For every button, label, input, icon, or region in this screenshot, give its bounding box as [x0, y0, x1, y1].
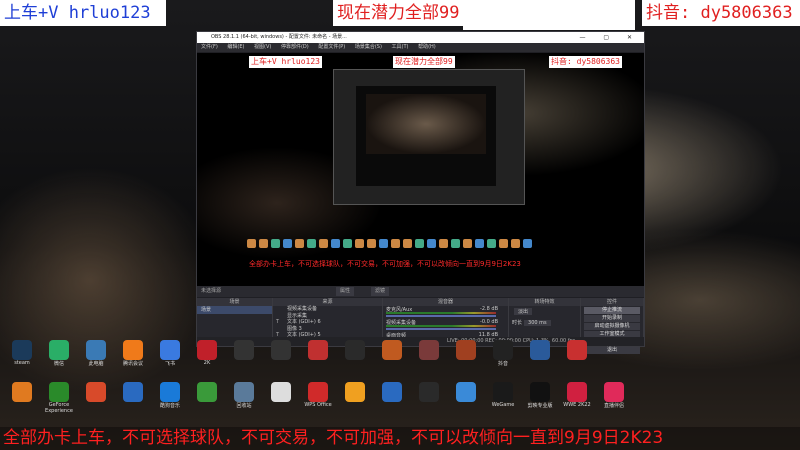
mixer-channel[interactable]: 麦克风/Aux -2.8 dB [383, 306, 508, 319]
app-icon [160, 382, 180, 402]
app-icon [49, 340, 69, 360]
properties-button[interactable]: 属性 [335, 287, 354, 296]
app-icon [271, 340, 291, 360]
mixer-channel[interactable]: 视频采集设备 -0.0 dB [383, 319, 508, 332]
nested-obs-window [333, 69, 525, 205]
app-icon [12, 340, 32, 360]
desktop-icon-label: 回收站 [236, 403, 252, 409]
app-icon [123, 340, 143, 360]
app-icon [530, 382, 550, 402]
virtual-camera-button[interactable]: 启动虚拟摄像机 [584, 323, 640, 330]
obs-menu-bar: 文件(F) 编辑(E) 视图(V) 停靠部件(D) 配置文件(P) 场景集合(S… [197, 43, 644, 52]
sources-header: 来源 [273, 298, 382, 306]
transitions-header: 转场特效 [509, 298, 580, 306]
app-icon [160, 340, 180, 360]
app-icon [271, 382, 291, 402]
menu-edit[interactable]: 编辑(E) [227, 44, 244, 50]
app-icon [382, 340, 402, 360]
desktop-icon-label: WPS Office [304, 402, 332, 408]
transition-duration[interactable]: 时长 300 ms [509, 317, 580, 328]
app-icon [567, 340, 587, 360]
nested-banner-right: 抖音: dy5806363 [549, 56, 622, 68]
desktop-icon[interactable]: 直播伴侣 [592, 382, 636, 409]
banner-right: 抖音: dy5806363 [642, 0, 800, 26]
app-icon [86, 382, 106, 402]
source-toolbar: 未选择源 属性 滤镜 [197, 286, 644, 297]
nested-banner-left: 上车+V hrluo123 [249, 56, 322, 68]
menu-tools[interactable]: 工具(T) [392, 44, 409, 50]
app-icon [234, 340, 254, 360]
banner-blank [463, 0, 635, 30]
menu-file[interactable]: 文件(F) [201, 44, 218, 50]
app-icon [308, 382, 328, 402]
app-icon [567, 382, 587, 402]
app-icon [456, 382, 476, 402]
nested-preview [356, 86, 496, 186]
desktop-icon-label: 2K [203, 360, 211, 366]
app-icon [234, 382, 254, 402]
obs-window: OBS 28.1.1 (64-bit, windows) - 配置文件: 未命名… [196, 31, 645, 354]
app-icon [308, 340, 328, 360]
app-icon [197, 382, 217, 402]
app-icon [419, 382, 439, 402]
scenes-header: 场景 [197, 298, 272, 306]
app-icon [493, 382, 513, 402]
window-controls[interactable]: — ▢ ✕ [579, 32, 640, 43]
menu-scene-collection[interactable]: 场景集合(S) [355, 44, 382, 50]
desktop-icon-label: 酷狗音乐 [159, 403, 180, 409]
bottom-caption: 全部办卡上车，不可选择球队，不可交易，不可加强，不可以改倾向一直到9月9日2K2… [0, 427, 800, 450]
desktop-icon[interactable] [555, 340, 599, 360]
app-icon [604, 382, 624, 402]
menu-view[interactable]: 视图(V) [254, 44, 271, 50]
filters-button[interactable]: 滤镜 [370, 287, 389, 296]
app-icon [456, 340, 476, 360]
stop-streaming-button[interactable]: 停止推流 [584, 307, 640, 314]
app-icon [86, 340, 106, 360]
nested-desktop-icons [247, 239, 597, 251]
no-source-label: 未选择源 [201, 288, 222, 294]
app-icon [197, 340, 217, 360]
desktop-icon-label: GeForce Experience [45, 402, 73, 414]
desktop-icon-label: 抖音 [497, 361, 508, 367]
app-icon [123, 382, 143, 402]
app-icon [530, 340, 550, 360]
menu-profile[interactable]: 配置文件(P) [318, 44, 345, 50]
app-icon [49, 382, 69, 402]
nested-banner-middle: 现在潜力全部99 [393, 56, 455, 68]
app-icon [493, 340, 513, 360]
app-icon [12, 382, 32, 402]
obs-preview[interactable]: 上车+V hrluo123 现在潜力全部99 抖音: dy5806363 全部办… [197, 53, 644, 286]
desktop: steam 微信 此电脑 腾讯会议 飞书 2K 抖音 GeForce Experience 酷狗… [0, 336, 800, 426]
controls-header: 控件 [581, 298, 643, 306]
transition-type[interactable]: 淡出 [509, 306, 580, 317]
menu-docks[interactable]: 停靠部件(D) [281, 44, 309, 50]
desktop-icon-label: 直播伴侣 [603, 403, 624, 409]
app-icon [345, 382, 365, 402]
menu-help[interactable]: 帮助(H) [418, 44, 436, 50]
start-recording-button[interactable]: 开始录制 [584, 315, 640, 322]
banner-middle: 现在潜力全部99 [333, 0, 469, 26]
scene-item[interactable]: 场景 [197, 306, 272, 314]
banner-left: 上车+V hrluo123 [0, 0, 166, 26]
obs-title-bar: OBS 28.1.1 (64-bit, windows) - 配置文件: 未命名… [197, 32, 644, 43]
preview-caption: 全部办卡上车，不可选择球队，不可交易，不可加强，不可以改倾向一直到9月9日2K2… [249, 259, 521, 269]
mixer-header: 混音器 [383, 298, 508, 306]
window-title: OBS 28.1.1 (64-bit, windows) - 配置文件: 未命名… [211, 34, 347, 40]
app-icon [419, 340, 439, 360]
app-icon [345, 340, 365, 360]
app-icon [382, 382, 402, 402]
